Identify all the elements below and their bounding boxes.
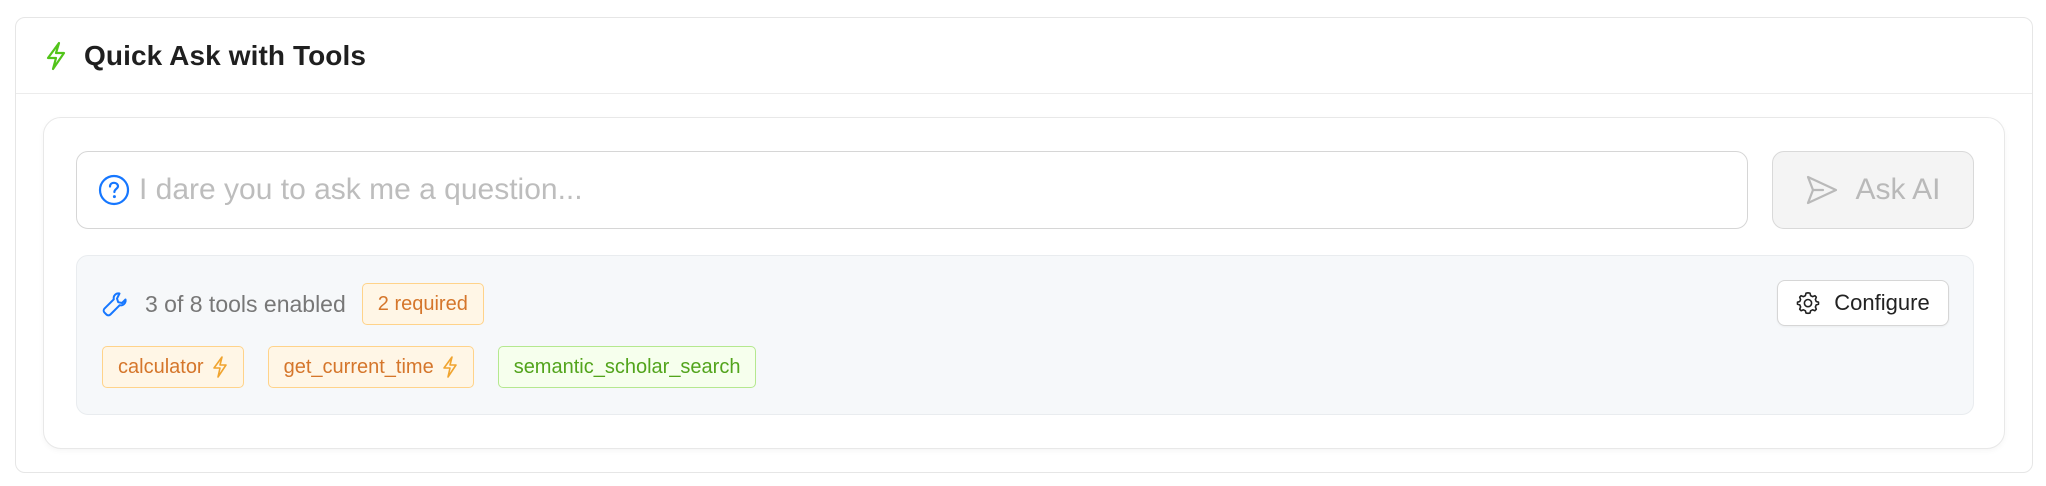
tool-tag-get-current-time[interactable]: get_current_time — [267, 346, 474, 388]
tools-enabled-count: 3 of 8 tools enabled — [145, 290, 346, 317]
lightning-icon — [442, 356, 458, 378]
required-badge: 2 required — [361, 283, 484, 325]
question-circle-icon — [97, 173, 131, 207]
tool-tag-label: get_current_time — [283, 355, 434, 378]
wrench-icon — [101, 289, 131, 319]
configure-button[interactable]: Configure — [1777, 280, 1949, 326]
tool-tag-label: semantic_scholar_search — [513, 355, 741, 378]
configure-label: Configure — [1834, 290, 1930, 315]
question-field[interactable] — [76, 151, 1748, 229]
question-input[interactable] — [137, 159, 1747, 221]
tool-tags: calculator get_current_time semantic_sch… — [102, 346, 780, 388]
quick-ask-card: Quick Ask with Tools Ask AI — [15, 17, 2033, 473]
ask-ai-label: Ask AI — [1855, 173, 1941, 206]
gear-icon — [1796, 291, 1820, 315]
send-icon — [1805, 172, 1841, 208]
lightning-icon — [42, 40, 70, 72]
ask-ai-button[interactable]: Ask AI — [1772, 151, 1974, 229]
tool-tag-label: calculator — [118, 355, 204, 378]
tool-tag-semantic-scholar-search[interactable]: semantic_scholar_search — [497, 346, 757, 388]
tool-tag-calculator[interactable]: calculator — [102, 346, 244, 388]
lightning-icon — [212, 356, 228, 378]
card-title: Quick Ask with Tools — [84, 39, 367, 71]
tools-panel: 3 of 8 tools enabled 2 required Configur… — [76, 255, 1974, 415]
tools-summary-row: 3 of 8 tools enabled 2 required — [101, 282, 484, 326]
card-header: Quick Ask with Tools — [16, 18, 2032, 94]
ask-panel: Ask AI 3 of 8 tools enabled 2 required — [43, 117, 2005, 449]
